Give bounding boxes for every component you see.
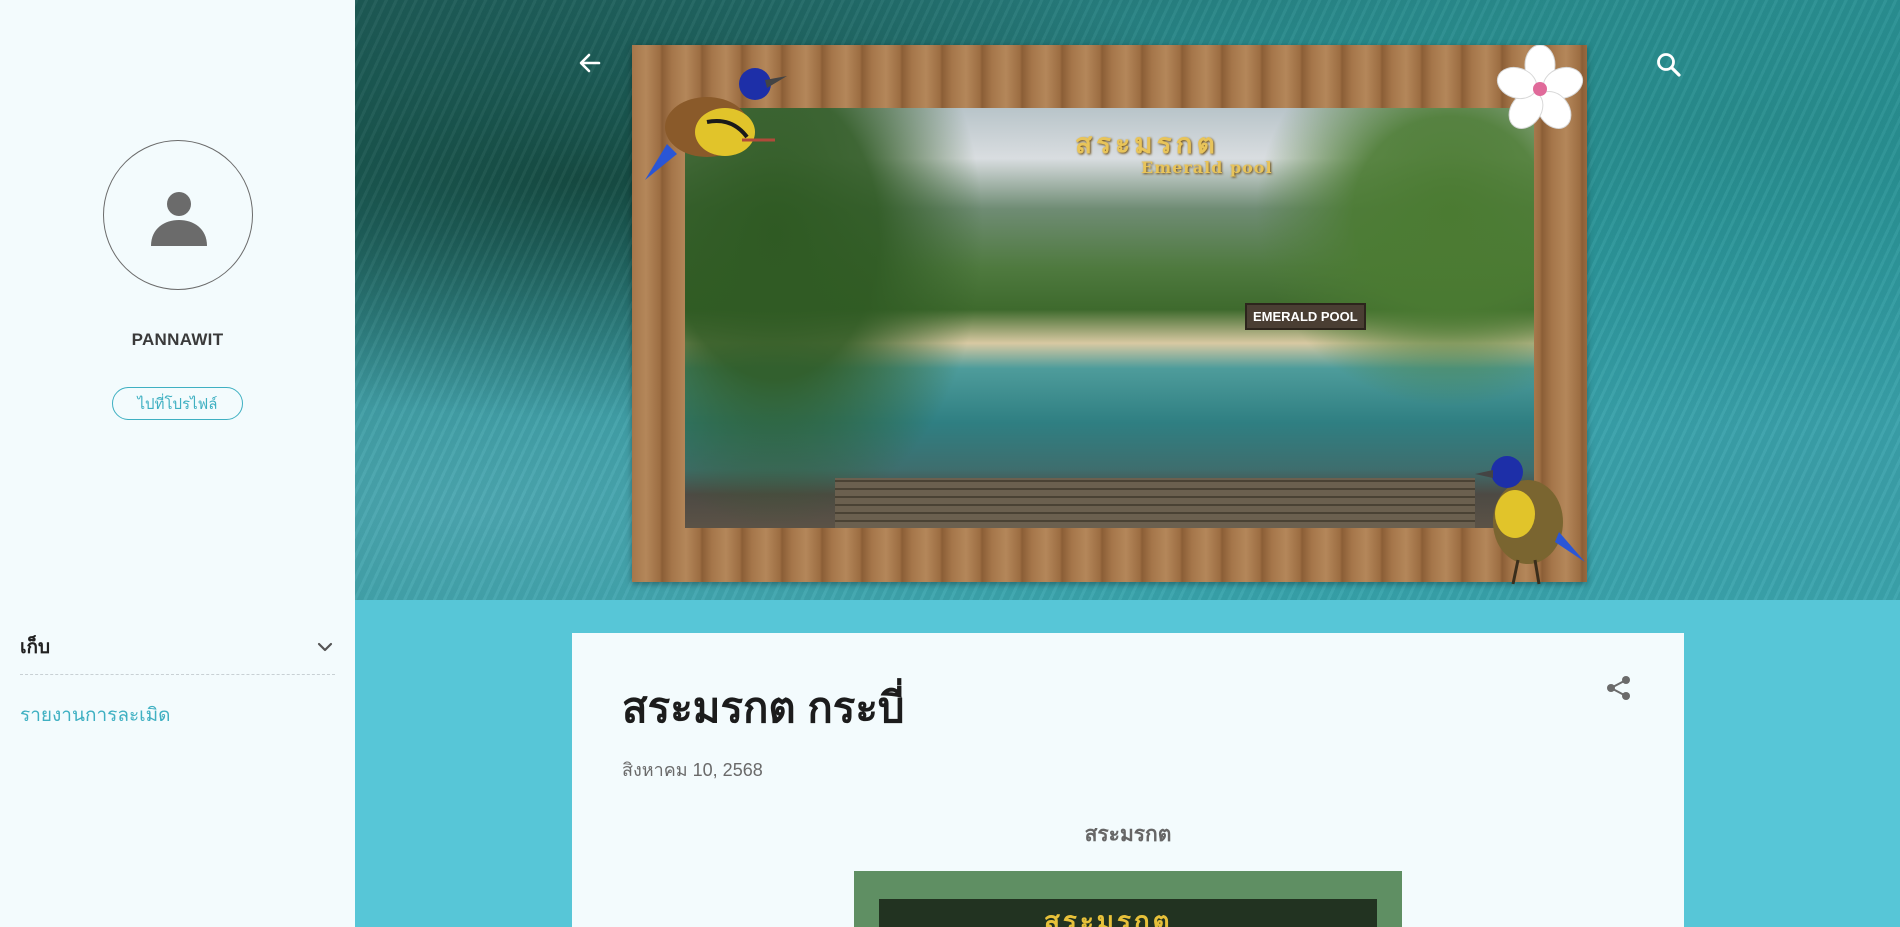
photo-sign: EMERALD POOL xyxy=(1245,303,1366,330)
search-icon xyxy=(1657,53,1681,77)
sidebar: PANNAWIT ไปที่โปรไฟล์ เก็บ รายงานการละเม… xyxy=(0,0,355,927)
archive-toggle[interactable]: เก็บ xyxy=(20,620,335,675)
post-title[interactable]: สระมรกต กระบี่ xyxy=(622,675,905,741)
report-abuse-link[interactable]: รายงานการละเมิด xyxy=(20,700,171,730)
post-image[interactable]: สระมรกต xyxy=(854,871,1402,927)
blog-header: สระมรกต Emerald pool EMERALD POOL xyxy=(355,0,1900,600)
post-heading: สระมรกต xyxy=(1084,823,1172,846)
search-button[interactable] xyxy=(1652,48,1686,82)
chevron-down-icon xyxy=(317,642,333,652)
share-button[interactable] xyxy=(1604,673,1634,703)
photo-subtitle: Emerald pool xyxy=(1141,158,1273,177)
flower-icon xyxy=(1496,45,1584,129)
profile-name: PANNAWIT xyxy=(131,330,224,349)
trees-right xyxy=(1254,108,1534,408)
bird-bottom-right-icon xyxy=(1475,456,1585,585)
post-date[interactable]: สิงหาคม 10, 2568 xyxy=(622,755,763,784)
view-profile-button[interactable]: ไปที่โปรไฟล์ xyxy=(112,387,243,420)
arrow-left-icon xyxy=(579,53,601,73)
blog-post: สระมรกต กระบี่ สิงหาคม 10, 2568 สระมรกต … xyxy=(572,633,1684,927)
emerald-pool-photo: สระมรกต Emerald pool EMERALD POOL xyxy=(685,108,1534,528)
archive-label: เก็บ xyxy=(20,637,51,658)
bird-top-left-icon xyxy=(645,68,787,180)
share-icon xyxy=(1607,676,1630,700)
back-button[interactable] xyxy=(573,46,607,80)
avatar[interactable] xyxy=(103,140,253,290)
post-image-title: สระมรกต xyxy=(1044,907,1173,927)
person-icon xyxy=(151,192,207,246)
wooden-deck xyxy=(835,478,1475,528)
